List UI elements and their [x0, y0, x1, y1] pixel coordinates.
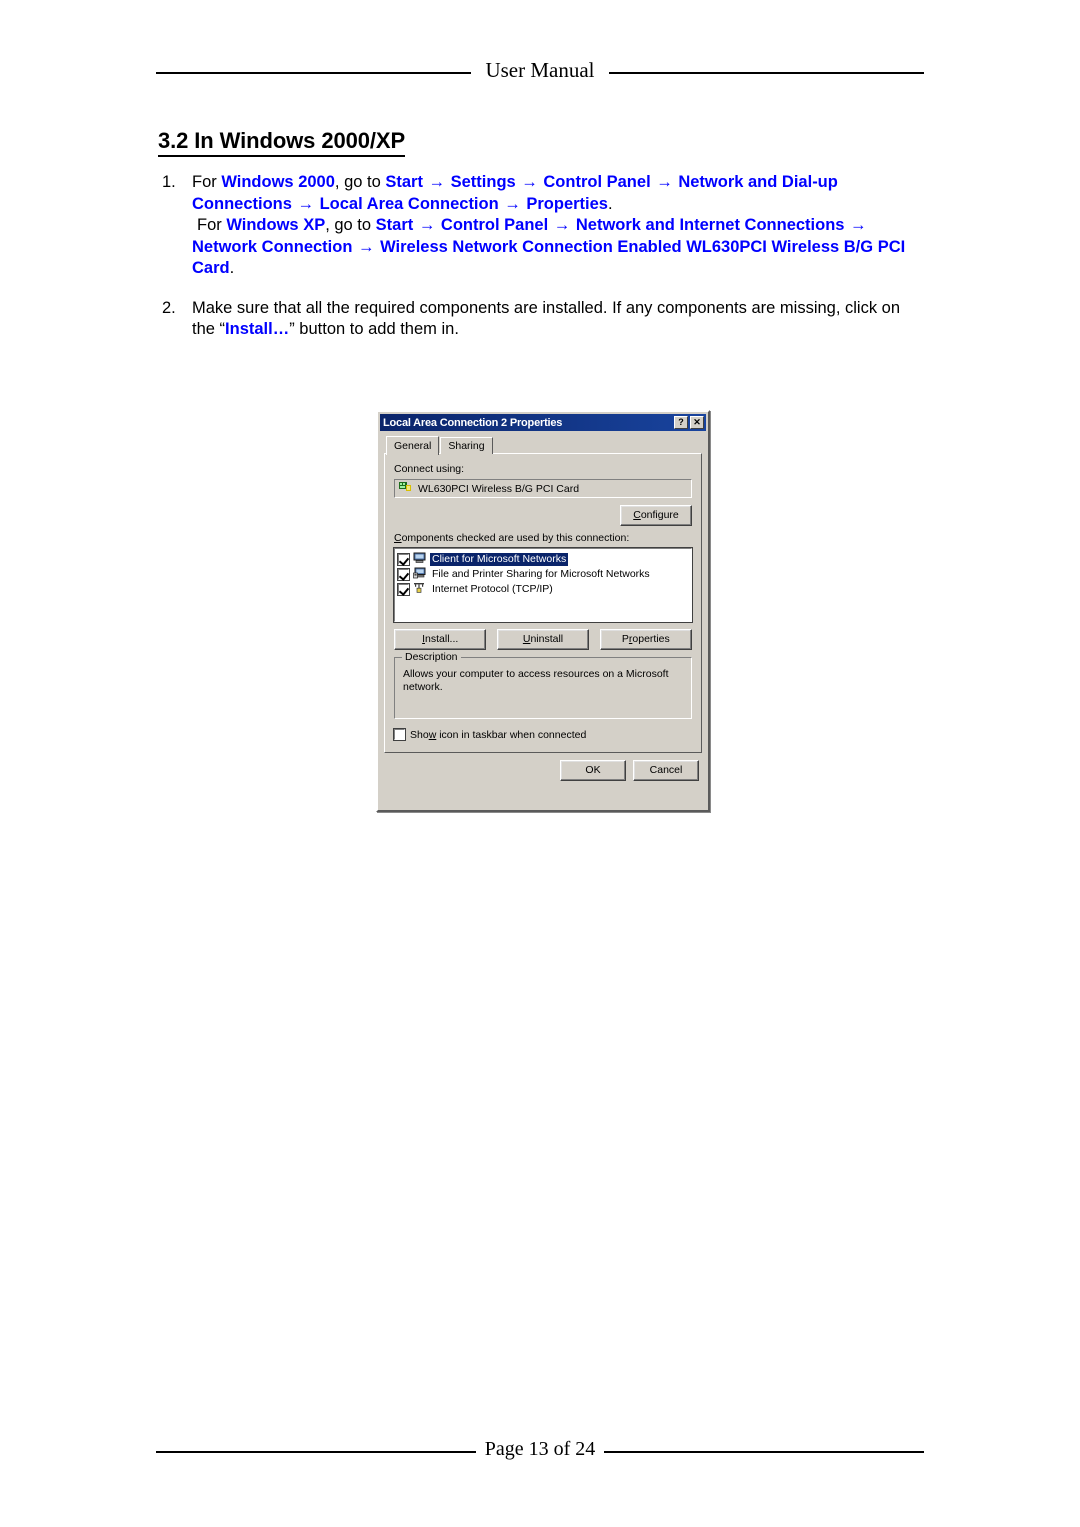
arrow-separator: → [292, 194, 319, 213]
local-area-connection-properties-dialog[interactable]: Local Area Connection 2 Properties ? ✕ G… [376, 410, 710, 812]
step-2-text: Make sure that all the required componen… [192, 299, 900, 339]
header-rule-left [156, 71, 472, 74]
text-run: For [192, 173, 222, 191]
checkbox-show-icon-in-taskbar[interactable] [393, 728, 406, 741]
footer-rule-left [156, 1450, 476, 1453]
arrow-separator: → [499, 194, 526, 213]
step-2-body: Make sure that all the required componen… [192, 298, 918, 341]
adapter-readout: WL630PCI Wireless B/G PCI Card [394, 479, 692, 498]
show-icon-in-taskbar-row[interactable]: Show icon in taskbar when connected [393, 728, 692, 741]
arrow-separator: → [549, 216, 575, 234]
footer-rule-right [604, 1450, 925, 1453]
arrow-separator: → [845, 216, 867, 234]
step-2-number: 2. [162, 298, 176, 317]
dialog-titlebar[interactable]: Local Area Connection 2 Properties ? ✕ [380, 414, 706, 431]
tab-general[interactable]: General [386, 436, 440, 455]
step-1-number: 1. [162, 173, 176, 191]
tab-page-general: Connect using: WL630PCI Wireless B/G PCI… [384, 453, 702, 753]
list-item-step-1: 1. For Windows 2000, go to Start → Setti… [158, 172, 918, 280]
components-label: Components checked are used by this conn… [394, 532, 630, 544]
checkbox-client-for-microsoft-networks[interactable] [397, 553, 410, 566]
checkbox-file-and-printer-sharing[interactable] [397, 568, 410, 581]
dialog-footer-buttons: OK Cancel [378, 753, 708, 781]
instruction-list: 1. For Windows 2000, go to Start → Setti… [158, 172, 918, 355]
ui-term: Windows XP [226, 216, 326, 234]
show-icon-in-taskbar-label: Show icon in taskbar when connected [410, 729, 587, 741]
description-text: Allows your computer to access resources… [403, 668, 669, 693]
cancel-button[interactable]: Cancel [633, 760, 699, 781]
install-button[interactable]: Install... [394, 629, 487, 650]
properties-button[interactable]: Properties [599, 629, 692, 650]
component-label: File and Printer Sharing for Microsoft N… [432, 568, 650, 580]
component-action-buttons: Install... Uninstall Properties [394, 629, 692, 650]
component-label: Internet Protocol (TCP/IP) [432, 583, 553, 595]
component-label: Client for Microsoft Networks [428, 552, 570, 567]
list-item-file-and-printer-sharing[interactable]: File and Printer Sharing for Microsoft N… [397, 567, 689, 582]
header-title: User Manual [485, 58, 595, 82]
arrow-separator: → [423, 173, 450, 191]
connect-using-label: Connect using: [394, 463, 465, 475]
list-item-internet-protocol-tcpip[interactable]: Internet Protocol (TCP/IP) [397, 582, 689, 597]
text-run: , go to [325, 216, 376, 234]
ui-term: Network Connection [192, 237, 353, 256]
text-run: , go to [334, 173, 386, 191]
ui-term: Control Panel [440, 216, 549, 234]
description-groupbox-title: Description [402, 652, 461, 663]
ui-term: Local Area Connection [319, 194, 499, 213]
page-number: Page 13 of 24 [484, 1438, 596, 1460]
step-1-body: For Windows 2000, go to Start → Settings… [192, 172, 918, 280]
section-heading: 3.2 In Windows 2000/XP [158, 128, 405, 157]
dialog-title: Local Area Connection 2 Properties [383, 416, 563, 429]
list-item-client-for-microsoft-networks[interactable]: Client for Microsoft Networks [397, 552, 689, 567]
help-button[interactable]: ? [674, 416, 688, 429]
tab-strip: General Sharing [386, 436, 702, 455]
tab-sharing[interactable]: Sharing [440, 437, 493, 454]
ui-term: Network and Internet Connections [575, 216, 845, 234]
list-item-step-2: 2. Make sure that all the required compo… [158, 298, 918, 341]
arrow-separator: → [414, 216, 440, 234]
components-listbox[interactable]: Client for Microsoft Networks File and P… [393, 547, 693, 623]
network-adapter-icon [399, 481, 412, 496]
text-run: ” button to add them in. [289, 320, 459, 338]
description-groupbox: Description Allows your computer to acce… [394, 652, 692, 719]
uninstall-button[interactable]: Uninstall [496, 629, 590, 650]
arrow-separator: → [516, 173, 543, 191]
text-run: . [607, 194, 613, 213]
text-run: . [229, 259, 235, 277]
step-1-line-windows2000: For Windows 2000, go to Start → Settings… [192, 173, 838, 213]
configure-button[interactable]: Configure [620, 505, 692, 526]
step-1-line-windowsxp: For Windows XP, go to Start → Control Pa… [192, 216, 905, 277]
ui-term: Install… [225, 320, 290, 338]
header-rule-right [608, 71, 924, 74]
ui-term: Control Panel [543, 173, 651, 191]
ui-term: Settings [450, 173, 516, 191]
text-run: For [197, 216, 227, 234]
ui-term: Properties [526, 194, 608, 213]
adapter-name: WL630PCI Wireless B/G PCI Card [418, 482, 580, 495]
configure-button-row: Configure [394, 505, 692, 526]
page-running-header: User Manual [156, 58, 924, 83]
ok-button[interactable]: OK [560, 760, 626, 781]
arrow-separator: → [651, 173, 678, 191]
ui-term: Start [385, 173, 423, 191]
ui-term: Start [375, 216, 414, 234]
close-icon[interactable]: ✕ [690, 416, 704, 429]
client-computer-icon [413, 552, 426, 567]
arrow-separator: → [353, 237, 380, 256]
checkbox-internet-protocol-tcpip[interactable] [397, 583, 410, 596]
tcpip-protocol-icon [413, 582, 426, 597]
page-running-footer: Page 13 of 24 [156, 1438, 925, 1463]
dialog-body: General Sharing Connect using: WL630PCI … [378, 431, 708, 753]
ui-term: Windows 2000 [221, 173, 335, 191]
file-sharing-icon [413, 567, 426, 582]
